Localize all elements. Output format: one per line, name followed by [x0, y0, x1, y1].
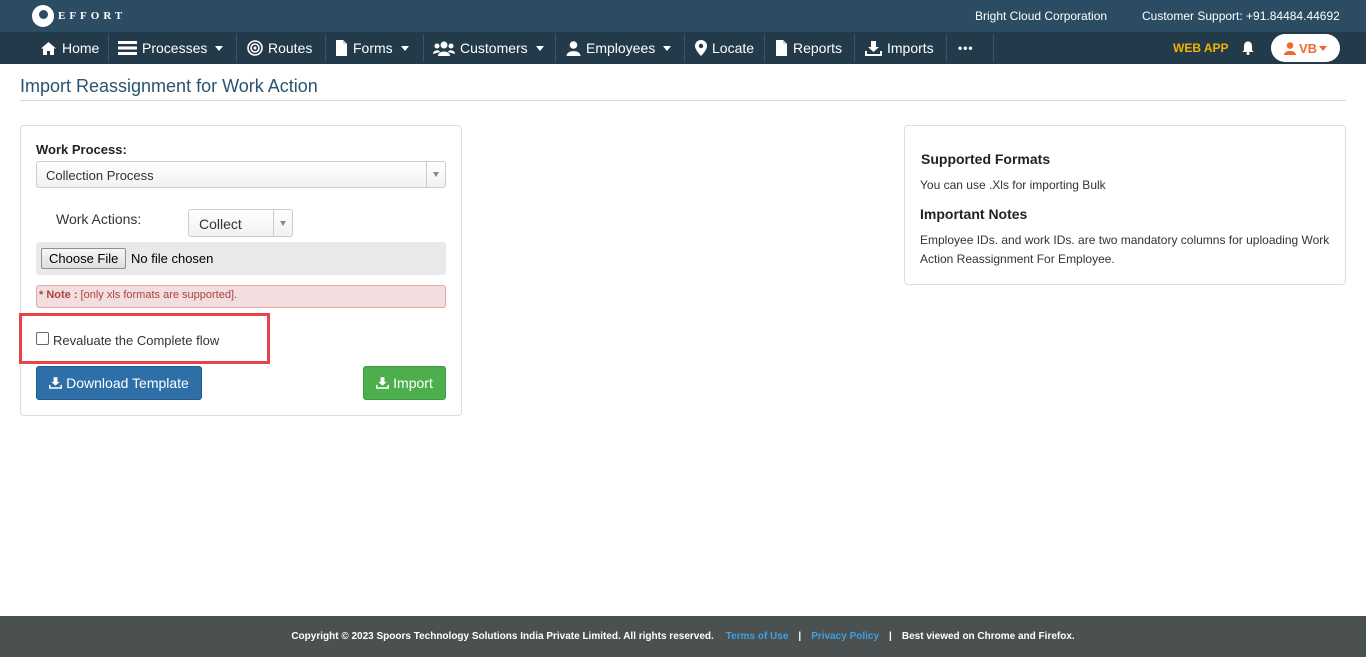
- nav-divider: [993, 34, 994, 62]
- file-status: No file chosen: [131, 251, 214, 266]
- import-label: Import: [393, 375, 433, 391]
- supported-formats-title: Supported Formats: [921, 151, 1051, 167]
- footer-browsers: Best viewed on Chrome and Firefox.: [901, 631, 1075, 642]
- nav-divider: [684, 34, 685, 62]
- user-icon: [1283, 41, 1296, 55]
- download-icon: [49, 377, 63, 389]
- nav-home[interactable]: Home: [32, 32, 99, 64]
- nav-customers-label: Customers: [460, 40, 528, 56]
- target-icon: [247, 40, 263, 56]
- user-initials: VB: [1298, 40, 1318, 56]
- chevron-down-icon: [215, 45, 224, 51]
- nav-divider: [946, 34, 947, 62]
- map-pin-icon: [695, 40, 707, 56]
- work-process-value: Collection Process: [46, 168, 154, 183]
- organization-name: Bright Cloud Corporation: [975, 9, 1108, 23]
- footer-copyright: Copyright © 2023 Spoors Technology Solut…: [291, 631, 714, 642]
- chevron-down-icon: [535, 45, 544, 51]
- revaluate-checkbox[interactable]: [36, 332, 49, 345]
- important-notes-text: Employee IDs. and work IDs. are two mand…: [920, 233, 1330, 266]
- more-icon: •••: [958, 41, 974, 55]
- home-icon: [40, 41, 57, 56]
- chevron-down-icon: [663, 45, 672, 51]
- user-icon: [566, 40, 581, 56]
- nav-home-label: Home: [62, 40, 100, 56]
- nav-divider: [854, 34, 855, 62]
- main-navbar: Home Processes Routes Forms Customers Em…: [0, 32, 1366, 64]
- nav-forms[interactable]: Forms: [327, 32, 409, 64]
- nav-divider: [423, 34, 424, 62]
- nav-divider: [325, 34, 326, 62]
- customer-support: Customer Support: +91.84484.44692: [1142, 9, 1340, 23]
- download-template-label: Download Template: [66, 375, 189, 391]
- privacy-link[interactable]: Privacy Policy: [811, 631, 879, 642]
- web-app-link[interactable]: WEB APP: [1173, 41, 1229, 55]
- document-icon: [775, 40, 788, 56]
- document-icon: [335, 40, 348, 56]
- user-menu-button[interactable]: VB: [1271, 34, 1340, 62]
- nav-processes[interactable]: Processes: [110, 32, 224, 64]
- nav-reports-label: Reports: [793, 40, 843, 56]
- logo[interactable]: EFFORT: [32, 4, 126, 28]
- nav-locate-label: Locate: [712, 40, 755, 56]
- nav-divider: [764, 34, 765, 62]
- chevron-down-icon: [273, 210, 292, 236]
- nav-imports[interactable]: Imports: [857, 32, 934, 64]
- work-actions-label: Work Actions:: [56, 211, 142, 227]
- file-upload-row: Choose File No file chosen: [36, 242, 446, 275]
- import-button[interactable]: Import: [363, 366, 446, 400]
- logo-text: EFFORT: [58, 10, 127, 22]
- footer: Copyright © 2023 Spoors Technology Solut…: [0, 616, 1366, 657]
- nav-employees-label: Employees: [586, 40, 656, 56]
- nav-more-button[interactable]: •••: [950, 32, 974, 64]
- note-prefix: * Note :: [39, 289, 78, 301]
- nav-routes-label: Routes: [268, 40, 313, 56]
- page-title: Import Reassignment for Work Action: [20, 76, 318, 96]
- footer-separator: |: [889, 631, 892, 642]
- nav-imports-label: Imports: [887, 40, 934, 56]
- nav-divider: [108, 34, 109, 62]
- nav-reports[interactable]: Reports: [767, 32, 842, 64]
- title-divider: [20, 100, 1346, 101]
- important-notes-title: Important Notes: [920, 206, 1028, 222]
- terms-link[interactable]: Terms of Use: [726, 631, 789, 642]
- download-icon: [865, 40, 882, 56]
- footer-separator: |: [798, 631, 802, 642]
- revaluate-label[interactable]: Revaluate the Complete flow: [53, 333, 219, 348]
- bell-icon[interactable]: [1242, 41, 1254, 60]
- nav-divider: [555, 34, 556, 62]
- nav-routes[interactable]: Routes: [239, 32, 312, 64]
- format-note: * Note : [only xls formats are supported…: [36, 285, 446, 308]
- work-action-value: Collect: [199, 216, 242, 232]
- top-bar: EFFORT Bright Cloud Corporation Customer…: [0, 0, 1366, 32]
- nav-divider: [236, 34, 237, 62]
- work-process-label: Work Process:: [36, 142, 127, 157]
- choose-file-button[interactable]: Choose File: [41, 248, 127, 269]
- nav-employees[interactable]: Employees: [558, 32, 672, 64]
- download-icon: [376, 377, 390, 389]
- processes-icon: [118, 41, 137, 55]
- nav-forms-label: Forms: [353, 40, 393, 56]
- chevron-down-icon: [1319, 45, 1328, 51]
- work-process-select[interactable]: Collection Process: [36, 161, 446, 188]
- chevron-down-icon: [400, 45, 409, 51]
- supported-formats-text: You can use .Xls for importing Bulk: [920, 178, 1106, 192]
- users-icon: [433, 41, 455, 56]
- nav-customers[interactable]: Customers: [425, 32, 544, 64]
- nav-locate[interactable]: Locate: [687, 32, 754, 64]
- work-action-select[interactable]: Collect: [188, 209, 293, 237]
- nav-processes-label: Processes: [142, 40, 208, 56]
- note-text: [only xls formats are supported].: [77, 289, 238, 301]
- chevron-down-icon: [426, 162, 445, 187]
- logo-mark-icon: [32, 5, 54, 27]
- download-template-button[interactable]: Download Template: [36, 366, 202, 400]
